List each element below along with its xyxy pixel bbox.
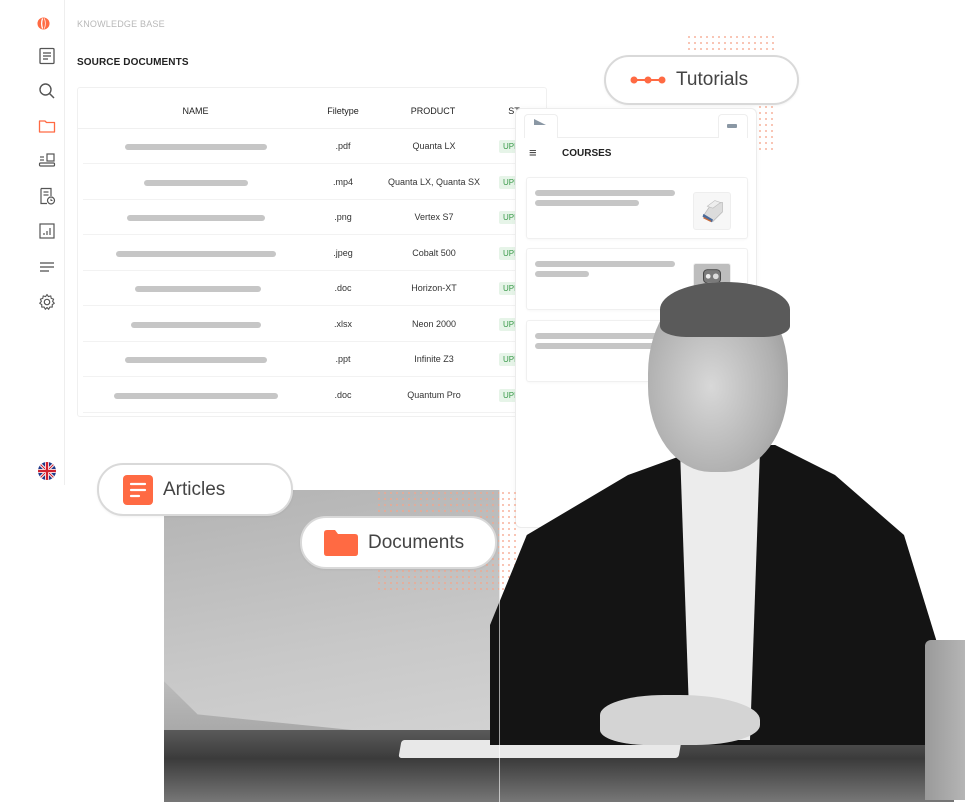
laptop-list-icon bbox=[38, 153, 56, 167]
filetype-cell: .doc bbox=[334, 283, 352, 293]
course-title-placeholder bbox=[535, 261, 675, 267]
product-cell: Neon 2000 bbox=[411, 318, 457, 329]
table-row[interactable]: .pdfQuanta LXUPLOADED bbox=[83, 129, 546, 164]
tutorials-label: Tutorials bbox=[676, 69, 749, 90]
document-name-placeholder bbox=[114, 392, 278, 399]
table-row[interactable]: .xlsxNeon 2000UPLOADED bbox=[83, 307, 546, 342]
course-card[interactable] bbox=[526, 177, 748, 239]
battery-icon bbox=[727, 124, 737, 128]
product-cell: Horizon-XT bbox=[411, 283, 457, 293]
breadcrumb: KNOWLEDGE BASE bbox=[77, 19, 165, 29]
document-name-placeholder bbox=[125, 357, 267, 363]
table-row[interactable]: .jpegCobalt 500UPLOADED bbox=[83, 236, 546, 271]
search-icon bbox=[39, 83, 55, 99]
person-hand-image bbox=[600, 695, 760, 745]
lines-icon bbox=[40, 262, 54, 272]
document-name-placeholder bbox=[125, 144, 267, 150]
course-subtitle-placeholder bbox=[535, 200, 639, 206]
course-subtitle-placeholder bbox=[535, 271, 589, 277]
product-cell: Quantum Pro bbox=[407, 389, 461, 400]
brand-logo-icon bbox=[37, 17, 50, 30]
sidebar-item-settings[interactable] bbox=[37, 292, 57, 312]
dot-pattern bbox=[686, 34, 776, 54]
table-header: NAME Filetype PRODUCT ST bbox=[78, 88, 546, 129]
course-title-placeholder bbox=[535, 190, 675, 196]
tutorials-pill[interactable]: Tutorials bbox=[604, 55, 799, 105]
documents-pill[interactable]: Documents bbox=[300, 516, 497, 569]
document-name-placeholder bbox=[116, 250, 276, 257]
folder-icon bbox=[38, 120, 56, 133]
tab-bar-divider bbox=[558, 137, 718, 138]
person-hair-image bbox=[660, 282, 790, 337]
product-cell: Vertex S7 bbox=[414, 212, 454, 222]
filetype-cell: .xlsx bbox=[334, 318, 352, 329]
tutorials-icon bbox=[630, 76, 666, 84]
signal-icon bbox=[534, 119, 546, 125]
table-row[interactable]: .docHorizon-XTUPLOADED bbox=[83, 271, 546, 306]
filetype-cell: .doc bbox=[334, 389, 352, 400]
status-tab bbox=[524, 114, 558, 138]
course-thumbnail bbox=[693, 192, 731, 230]
hamburger-icon[interactable]: ≡ bbox=[529, 145, 537, 160]
table-row[interactable]: .pngVertex S7UPLOADED bbox=[83, 200, 546, 235]
sidebar bbox=[0, 0, 65, 485]
filetype-cell: .ppt bbox=[335, 354, 351, 364]
filetype-cell: .pdf bbox=[335, 141, 351, 151]
documents-table: NAME Filetype PRODUCT ST .pdf Quanta LX UP… bbox=[77, 87, 547, 417]
dot-pattern bbox=[757, 104, 777, 150]
filetype-cell: .png bbox=[334, 212, 352, 222]
sidebar-item-documents[interactable] bbox=[37, 116, 57, 136]
product-cell: Quanta LX bbox=[412, 141, 456, 151]
table-row[interactable]: .pptInfinite Z3UPLOADED bbox=[83, 342, 546, 377]
articles-pill[interactable]: Articles bbox=[97, 463, 293, 516]
document-name-placeholder bbox=[127, 215, 265, 221]
product-cell: Cobalt 500 bbox=[412, 247, 456, 258]
table-row[interactable]: .mp4Quanta LX, Quanta SXUPLOADED bbox=[83, 165, 546, 200]
column-header-product[interactable]: PRODUCT bbox=[398, 106, 468, 116]
document-clock-icon bbox=[40, 187, 56, 205]
document-name-placeholder bbox=[131, 321, 261, 328]
folder-icon bbox=[324, 529, 358, 556]
gear-icon bbox=[39, 293, 55, 310]
page-title: SOURCE DOCUMENTS bbox=[77, 57, 189, 68]
article-icon bbox=[123, 474, 153, 505]
document-name-placeholder bbox=[135, 286, 261, 292]
filetype-cell: .jpeg bbox=[333, 247, 353, 258]
connector-part-icon bbox=[702, 200, 723, 223]
bar-chart-icon bbox=[39, 223, 55, 239]
sidebar-item-menu[interactable] bbox=[37, 257, 57, 277]
document-lines-icon bbox=[39, 47, 55, 65]
product-cell: Quanta LX, Quanta SX bbox=[387, 176, 481, 187]
table-row[interactable]: .docQuantum ProUPLOADED bbox=[83, 378, 546, 413]
sidebar-item-reports[interactable] bbox=[37, 221, 57, 241]
sidebar-item-search[interactable] bbox=[37, 81, 57, 101]
photo-divider bbox=[499, 490, 500, 802]
documents-label: Documents bbox=[368, 531, 465, 553]
sidebar-item-devices[interactable] bbox=[37, 150, 57, 170]
filetype-cell: .mp4 bbox=[332, 176, 353, 187]
second-monitor-image bbox=[925, 640, 965, 800]
document-name-placeholder bbox=[144, 179, 248, 186]
column-header-name[interactable]: NAME bbox=[173, 106, 218, 116]
sidebar-item-history[interactable] bbox=[37, 186, 57, 206]
product-cell: Infinite Z3 bbox=[414, 354, 454, 364]
articles-label: Articles bbox=[163, 478, 226, 500]
uk-flag-icon bbox=[38, 462, 56, 480]
sidebar-item-articles[interactable] bbox=[37, 46, 57, 66]
courses-title: COURSES bbox=[562, 148, 612, 159]
column-header-filetype[interactable]: Filetype bbox=[318, 106, 368, 116]
language-selector[interactable] bbox=[38, 462, 56, 480]
